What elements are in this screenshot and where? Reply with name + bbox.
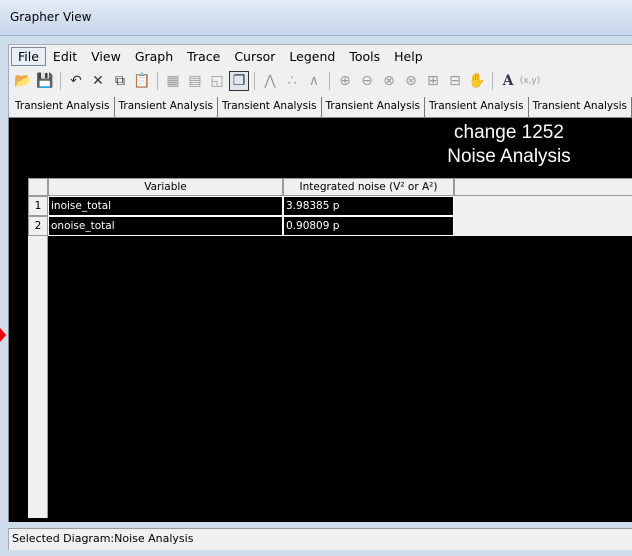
plot-title-line1: change 1252 [454,122,564,143]
status-bar: Selected Diagram:Noise Analysis [8,528,632,550]
results-grid: Variable Integrated noise (V² or A²) 1 i… [28,178,632,518]
zoom-in-icon[interactable]: ⊕ [335,71,355,91]
window-titlebar[interactable]: Grapher View [0,0,632,36]
menu-trace[interactable]: Trace [180,49,227,64]
menu-bar: File Edit View Graph Trace Cursor Legend… [8,44,632,68]
graph-icon[interactable]: ◱ [207,71,227,91]
column-header-variable[interactable]: Variable [48,178,283,196]
tab-transient-analysis[interactable]: Transient Analysis [115,97,218,117]
toolbar-separator [157,72,158,90]
row-header-strip [28,236,48,518]
tab-transient-analysis[interactable]: Transient Analysis [529,97,632,117]
tab-transient-analysis[interactable]: Transient Analysis [11,97,115,117]
copy-icon[interactable]: ⧉ [110,71,130,91]
toolbar-separator [492,72,493,90]
menu-file[interactable]: File [11,47,46,66]
paste-icon[interactable]: 📋 [132,71,152,91]
table-cell-variable[interactable]: onoise_total [48,216,283,236]
diagram-tab-strip: Transient Analysis Transient Analysis Tr… [8,94,632,118]
scatter-trace-icon[interactable]: ∴ [282,71,302,91]
line-points-trace-icon[interactable]: ∧ [304,71,324,91]
overlay-icon[interactable]: ❐ [229,71,249,91]
zoom-fit-icon[interactable]: ⊞ [423,71,443,91]
noise-analysis-diagram[interactable]: change 1252 Noise Analysis Variable Inte… [8,118,632,522]
plot-title-line2: Noise Analysis [447,146,571,167]
open-folder-icon[interactable]: 📂 [13,71,33,91]
line-trace-icon[interactable]: ⋀ [260,71,280,91]
menu-cursor[interactable]: Cursor [227,49,282,64]
grid-empty-area [48,236,632,518]
tab-transient-analysis[interactable]: Transient Analysis [218,97,322,117]
zoom-window-icon[interactable]: ⊟ [445,71,465,91]
menu-tools[interactable]: Tools [342,49,387,64]
table-cell-noise-value[interactable]: 0.90809 p [283,216,454,236]
tab-transient-analysis[interactable]: Transient Analysis [425,97,529,117]
menu-help[interactable]: Help [387,49,430,64]
menu-edit[interactable]: Edit [46,49,84,64]
toolbar-separator [60,72,61,90]
menu-graph[interactable]: Graph [128,49,180,64]
delete-icon[interactable]: ✕ [88,71,108,91]
column-header-empty [454,178,632,196]
table-cell-variable[interactable]: inoise_total [48,196,283,216]
table-cell-noise-value[interactable]: 3.98385 p [283,196,454,216]
grid-lines-icon[interactable]: ▤ [185,71,205,91]
label-icon[interactable]: (x,y) [520,71,541,91]
pan-hand-icon[interactable]: ✋ [467,71,487,91]
toolbar-separator [254,72,255,90]
undo-icon[interactable]: ↶ [66,71,86,91]
menu-view[interactable]: View [84,49,128,64]
grid-corner [28,178,48,196]
row-number: 1 [28,196,48,216]
row-number: 2 [28,216,48,236]
tab-transient-analysis[interactable]: Transient Analysis [322,97,425,117]
zoom-x-icon[interactable]: ⊗ [379,71,399,91]
column-header-integrated-noise[interactable]: Integrated noise (V² or A²) [283,178,454,196]
window-title: Grapher View [10,10,92,24]
text-icon[interactable]: A [498,71,518,91]
toolbar: 📂 💾 ↶ ✕ ⧉ 📋 ▦ ▤ ◱ ❐ ⋀ ∴ ∧ ⊕ ⊖ ⊗ ⊛ ⊞ ⊟ ✋ … [8,68,632,94]
menu-legend[interactable]: Legend [282,49,342,64]
zoom-y-icon[interactable]: ⊛ [401,71,421,91]
toolbar-separator [329,72,330,90]
status-text: Selected Diagram:Noise Analysis [12,532,194,545]
cursor-marker-icon[interactable] [0,328,6,342]
grid-icon[interactable]: ▦ [163,71,183,91]
zoom-out-icon[interactable]: ⊖ [357,71,377,91]
save-icon[interactable]: 💾 [35,71,55,91]
